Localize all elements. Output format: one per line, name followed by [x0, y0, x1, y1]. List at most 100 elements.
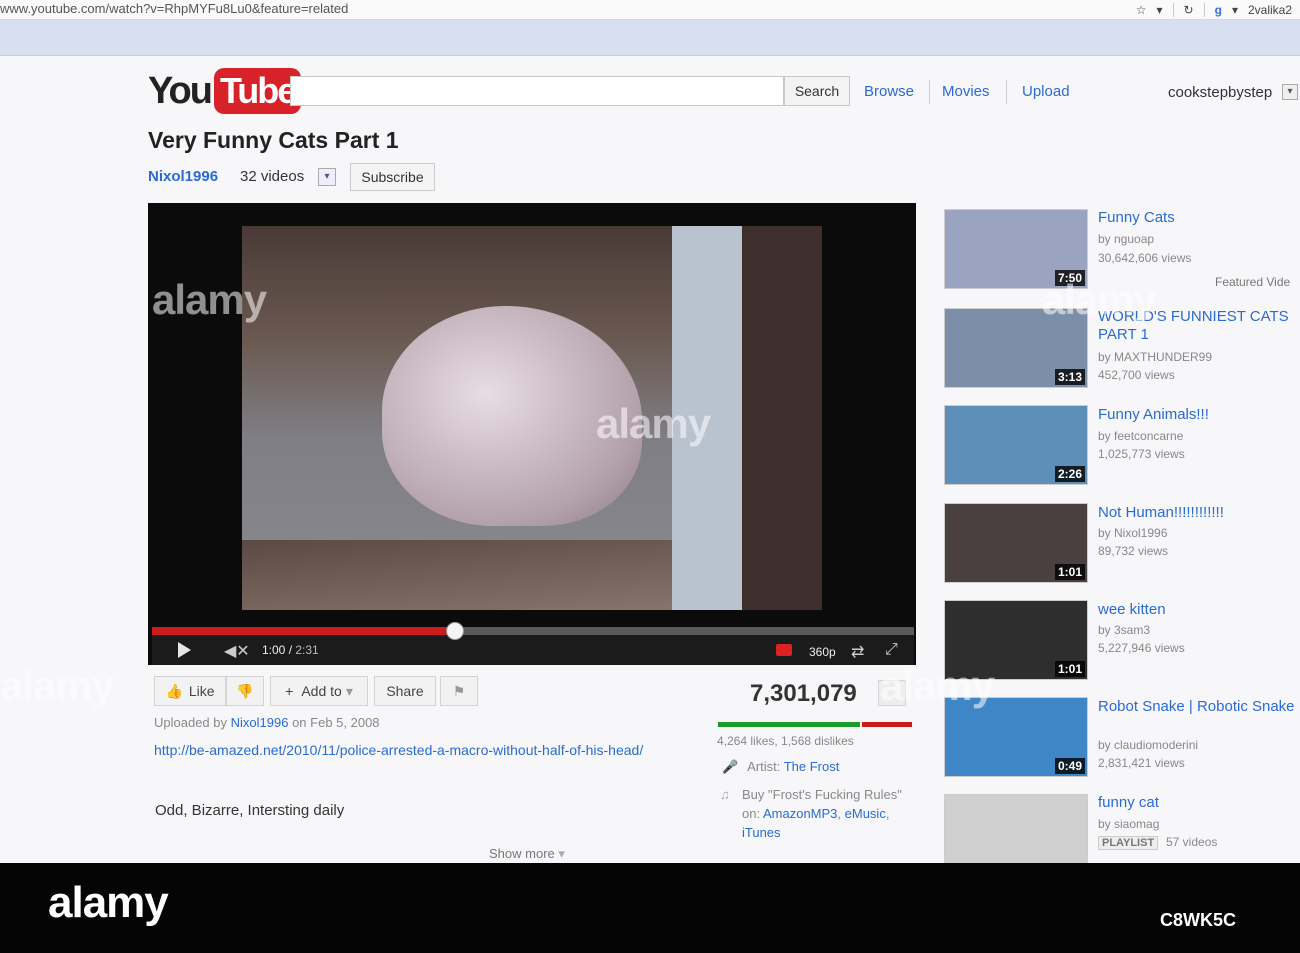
- share-button[interactable]: Share: [374, 676, 436, 706]
- view-count: 7,301,079: [750, 680, 857, 707]
- browser-toolbar: [0, 20, 1300, 56]
- description-text: Odd, Bizarre, Intersting daily: [155, 802, 345, 819]
- watermark-text: alamy: [0, 662, 115, 709]
- flag-icon: ⚑: [452, 682, 466, 699]
- related-author: by MAXTHUNDER99: [1098, 350, 1213, 364]
- store-link-amazonmp3[interactable]: AmazonMP3: [763, 806, 837, 821]
- upload-info: Uploaded by Nixol1996 on Feb 5, 2008: [154, 715, 380, 730]
- quality-button[interactable]: 360p: [809, 645, 836, 659]
- channel-link[interactable]: Nixol1996: [148, 168, 218, 185]
- fullscreen-icon[interactable]: ⤢: [885, 641, 898, 659]
- related-video[interactable]: 2:26 Funny Animals!!! by feetconcarne 1,…: [944, 405, 1300, 489]
- divider: [1203, 3, 1205, 17]
- uploader-link[interactable]: Nixol1996: [231, 715, 289, 730]
- bookmark-star-icon[interactable]: ☆: [1136, 3, 1147, 17]
- nav-upload[interactable]: Upload: [1022, 83, 1070, 100]
- playlist-thumbnail[interactable]: [944, 794, 1088, 874]
- related-title[interactable]: Funny Cats: [1098, 209, 1298, 227]
- artist-link[interactable]: The Frost: [784, 759, 840, 774]
- watermark-logo: alamy: [48, 878, 169, 927]
- store-link-emusic[interactable]: eMusic: [845, 806, 886, 821]
- related-author: by feetconcarne: [1098, 429, 1184, 443]
- related-title[interactable]: Funny Animals!!!: [1098, 406, 1298, 424]
- watermark-band: [0, 863, 1300, 953]
- related-video[interactable]: 1:01 wee kitten by 3sam3 5,227,946 views: [944, 600, 1300, 684]
- annotations-icon[interactable]: [776, 644, 792, 656]
- watermark-text: alamy: [596, 400, 711, 447]
- chevron-down-icon[interactable]: ▾: [1282, 84, 1298, 100]
- video-thumbnail[interactable]: 1:01: [944, 503, 1088, 583]
- popout-icon[interactable]: ⇄: [851, 642, 864, 662]
- youtube-logo[interactable]: You Tube: [148, 68, 302, 114]
- add-to-label: Add to: [301, 683, 342, 699]
- playlist-count: 57 videos: [1166, 835, 1218, 849]
- like-ratio-bar: [718, 722, 860, 727]
- video-scene-door: [742, 226, 822, 610]
- time-current: 1:00: [262, 643, 286, 657]
- nav-movies[interactable]: Movies: [942, 83, 990, 100]
- mute-icon[interactable]: ◀✕: [224, 641, 250, 661]
- user-account[interactable]: cookstepbystep: [1168, 84, 1272, 101]
- related-author: by siaomag: [1098, 817, 1160, 831]
- address-field[interactable]: www.youtube.com/watch?v=RhpMYFu8Lu0&feat…: [0, 1, 348, 16]
- subscribe-button[interactable]: Subscribe: [350, 163, 435, 191]
- show-more-label: Show more: [489, 846, 555, 861]
- reload-icon[interactable]: ↻: [1184, 3, 1194, 17]
- chevron-down-icon[interactable]: ▾: [1232, 3, 1238, 17]
- time-display: 1:00 / 2:31: [262, 643, 319, 657]
- related-author: by claudiomoderini: [1098, 738, 1199, 752]
- search-engine-icon[interactable]: g: [1215, 3, 1222, 17]
- related-author: by nguoap: [1098, 232, 1155, 246]
- thumbs-down-icon: 👎: [236, 682, 254, 699]
- related-title[interactable]: funny cat: [1098, 794, 1298, 812]
- store-link-itunes[interactable]: iTunes: [742, 825, 781, 840]
- video-thumbnail[interactable]: 2:26: [944, 405, 1088, 485]
- related-title[interactable]: Robot Snake | Robotic Snake: [1098, 698, 1298, 716]
- related-video[interactable]: 0:49 Robot Snake | Robotic Snake by clau…: [944, 697, 1300, 781]
- search-input[interactable]: [290, 76, 784, 106]
- watermark-id: C8WK5C: [1160, 910, 1237, 930]
- browser-controls: ☆ ▾ ↻ g ▾ 2valika2: [1136, 0, 1292, 20]
- search-button[interactable]: Search: [784, 76, 850, 106]
- divider: [1172, 3, 1174, 17]
- time-total: 2:31: [295, 643, 319, 657]
- related-views: 2,831,421 views: [1098, 756, 1185, 770]
- show-more-button[interactable]: Show more ▾: [489, 846, 565, 862]
- dislike-button[interactable]: 👎: [226, 676, 264, 706]
- chevron-down-icon[interactable]: ▾: [1157, 3, 1163, 17]
- chevron-down-icon: ▾: [558, 846, 565, 861]
- upload-prefix: Uploaded by: [154, 715, 227, 730]
- related-video[interactable]: 1:01 Not Human!!!!!!!!!!!! by Nixol1996 …: [944, 503, 1300, 587]
- video-frame[interactable]: [242, 226, 822, 610]
- description-link[interactable]: http://be-amazed.net/2010/11/police-arre…: [154, 740, 654, 760]
- progress-handle[interactable]: [446, 622, 464, 640]
- watermark-text: alamy: [1042, 276, 1157, 323]
- divider: [1006, 80, 1007, 104]
- chevron-down-icon[interactable]: ▾: [318, 168, 336, 186]
- related-views: 30,642,606 views: [1098, 251, 1192, 265]
- related-author: by Nixol1996: [1098, 526, 1168, 540]
- video-duration: 0:49: [1054, 758, 1085, 774]
- like-label: Like: [188, 683, 215, 699]
- profile-name[interactable]: 2valika2: [1248, 3, 1292, 17]
- video-duration: 3:13: [1054, 369, 1085, 385]
- related-views: 452,700 views: [1098, 368, 1175, 382]
- play-icon[interactable]: [178, 642, 191, 658]
- related-author: by 3sam3: [1098, 623, 1151, 637]
- buy-info: ♫ Buy "Frost's Fucking Rules" on: Amazon…: [720, 787, 902, 840]
- artist-info: 🎤 Artist: The Frost: [722, 759, 839, 775]
- related-title[interactable]: Not Human!!!!!!!!!!!!: [1098, 504, 1298, 522]
- dislike-ratio-bar: [862, 722, 912, 727]
- like-button[interactable]: 👍 Like: [154, 676, 226, 706]
- logo-badge: Tube: [213, 68, 302, 114]
- plus-icon: +: [285, 683, 294, 699]
- flag-button[interactable]: ⚑: [440, 676, 478, 706]
- upload-date: on Feb 5, 2008: [292, 715, 380, 730]
- nav-browse[interactable]: Browse: [864, 83, 914, 100]
- divider: [929, 80, 930, 104]
- progress-fill: [152, 627, 455, 635]
- like-dislike-count: 4,264 likes, 1,568 dislikes: [717, 734, 854, 748]
- related-title[interactable]: wee kitten: [1098, 601, 1298, 619]
- related-views: 1,025,773 views: [1098, 447, 1185, 461]
- add-to-button[interactable]: + Add to ▾: [270, 676, 368, 706]
